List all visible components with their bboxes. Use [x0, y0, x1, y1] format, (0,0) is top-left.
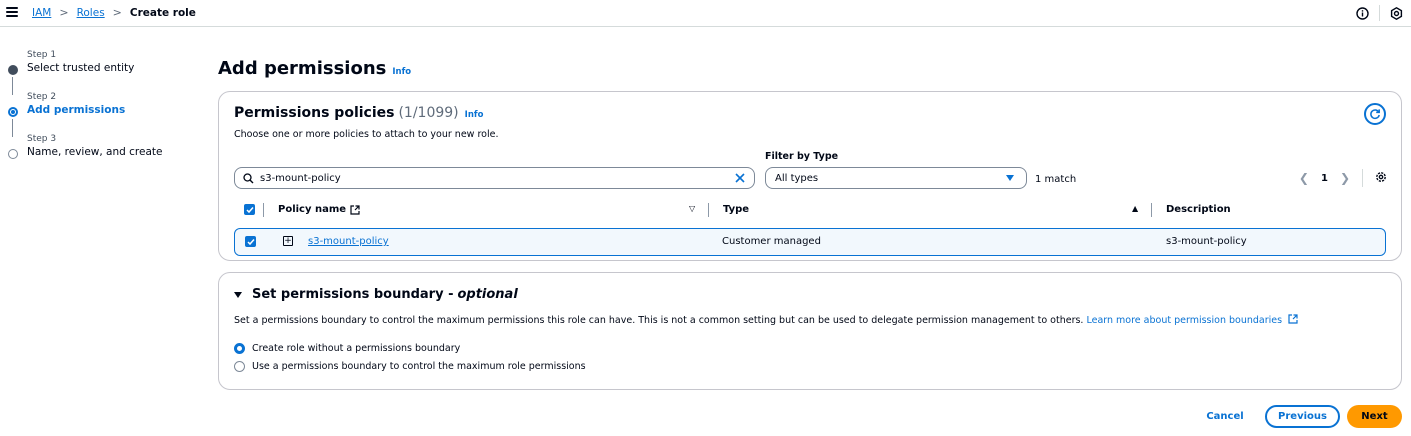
- permissions-policies-panel: Permissions policies (1/1099) Info Choos…: [218, 91, 1402, 261]
- caret-down-icon: [1006, 175, 1014, 181]
- step-number: Step 3: [27, 134, 57, 144]
- expand-row-icon[interactable]: +: [283, 236, 293, 246]
- policy-search-input[interactable]: [260, 172, 730, 184]
- policies-description: Choose one or more policies to attach to…: [234, 129, 499, 140]
- step-title[interactable]: Select trusted entity: [27, 61, 198, 75]
- policy-name-link[interactable]: s3-mount-policy: [308, 236, 389, 247]
- column-divider: [263, 203, 264, 217]
- previous-button[interactable]: Previous: [1265, 405, 1340, 428]
- breadcrumb: IAM > Roles > Create role: [32, 6, 196, 19]
- breadcrumb-roles-link[interactable]: Roles: [77, 7, 105, 19]
- policies-title: Permissions policies: [234, 105, 395, 121]
- external-link-icon: [350, 204, 360, 215]
- search-icon: [243, 172, 254, 183]
- previous-page-icon[interactable]: ❮: [1299, 171, 1309, 185]
- radio-use-boundary[interactable]: Use a permissions boundary to control th…: [234, 361, 586, 372]
- radio-label: Create role without a permissions bounda…: [252, 343, 461, 354]
- breadcrumb-current: Create role: [129, 6, 196, 19]
- pagination: ❮ 1 ❯: [1299, 169, 1387, 187]
- step-active-indicator: [8, 107, 18, 117]
- external-link-icon: [1288, 314, 1298, 324]
- radio-no-boundary[interactable]: Create role without a permissions bounda…: [234, 343, 460, 354]
- checkbox-checked-icon: [244, 204, 255, 215]
- column-divider: [708, 203, 709, 217]
- table-row[interactable]: + s3-mount-policy Customer managed s3-mo…: [234, 228, 1386, 256]
- step-2: Step 2 Add permissions: [8, 92, 198, 137]
- radio-selected-icon: [234, 343, 245, 354]
- step-title: Name, review, and create: [27, 146, 163, 158]
- refresh-icon: [1370, 109, 1380, 120]
- boundary-description: Set a permissions boundary to control th…: [234, 314, 1298, 326]
- step-pending-indicator: [8, 149, 18, 159]
- policies-table-header: Policy name ▽ Type ▲ Description: [234, 201, 1386, 221]
- checkbox-checked-icon: [245, 236, 256, 247]
- policies-info-link[interactable]: Info: [465, 110, 484, 120]
- page-info-link[interactable]: Info: [392, 67, 411, 77]
- clear-search-icon[interactable]: [734, 172, 746, 184]
- column-header-type[interactable]: Type: [723, 204, 749, 215]
- boundary-title: Set permissions boundary -: [252, 287, 454, 302]
- policy-name-text[interactable]: s3-mount-policy: [308, 236, 389, 247]
- menu-icon[interactable]: [6, 7, 18, 17]
- wizard-steps: Step 1 Select trusted entity Step 2 Add …: [8, 50, 198, 176]
- next-page-icon[interactable]: ❯: [1340, 171, 1350, 185]
- table-preferences-gear-icon[interactable]: [1375, 171, 1387, 186]
- caret-down-icon: [234, 291, 242, 298]
- breadcrumb-iam-link[interactable]: IAM: [32, 7, 51, 19]
- step-1: Step 1 Select trusted entity: [8, 50, 198, 95]
- next-button[interactable]: Next: [1347, 405, 1402, 428]
- refresh-button[interactable]: [1364, 103, 1386, 125]
- row-checkbox[interactable]: [245, 236, 256, 247]
- boundary-optional: optional: [457, 287, 518, 302]
- breadcrumb-separator: >: [59, 6, 69, 19]
- column-header-description[interactable]: Description: [1166, 204, 1231, 215]
- policies-count: (1/1099): [398, 105, 459, 121]
- boundary-description-text: Set a permissions boundary to control th…: [234, 315, 1087, 326]
- column-header-policy-name-label: Policy name: [278, 204, 347, 215]
- learn-more-boundaries-link[interactable]: Learn more about permission boundaries: [1086, 315, 1282, 326]
- select-all-checkbox[interactable]: [244, 204, 255, 215]
- breadcrumb-separator: >: [112, 6, 122, 19]
- policy-type: Customer managed: [722, 236, 821, 247]
- step-number: Step 2: [27, 92, 57, 102]
- filter-type-value: All types: [775, 172, 819, 184]
- filter-type-select[interactable]: All types: [765, 167, 1027, 189]
- policy-search-box: [234, 167, 755, 189]
- step-3: Step 3 Name, review, and create: [8, 134, 198, 176]
- step-title: Add permissions: [27, 104, 126, 116]
- step-done-indicator: [8, 65, 18, 75]
- info-circle-icon[interactable]: [1356, 6, 1369, 20]
- column-header-policy-name[interactable]: Policy name: [278, 204, 360, 215]
- top-navigation-bar: IAM > Roles > Create role: [0, 0, 1411, 27]
- radio-unselected-icon: [234, 361, 245, 372]
- current-page-number[interactable]: 1: [1321, 173, 1328, 184]
- filter-by-type-label: Filter by Type: [765, 151, 839, 162]
- toolbar-divider: [1379, 5, 1380, 21]
- pager-divider: [1362, 169, 1363, 187]
- permissions-boundary-panel: Set permissions boundary - optional Set …: [218, 272, 1402, 390]
- boundary-expander[interactable]: Set permissions boundary - optional: [234, 287, 518, 302]
- policies-header: Permissions policies (1/1099) Info: [234, 105, 483, 121]
- cancel-button[interactable]: Cancel: [1200, 405, 1250, 427]
- column-divider: [1151, 203, 1152, 217]
- sort-descending-icon[interactable]: ▽: [689, 204, 695, 213]
- match-count: 1 match: [1035, 174, 1077, 185]
- step-number: Step 1: [27, 50, 57, 60]
- radio-label: Use a permissions boundary to control th…: [252, 361, 586, 372]
- page-title-text: Add permissions: [218, 58, 387, 79]
- sort-ascending-icon[interactable]: ▲: [1132, 204, 1138, 213]
- policy-description: s3-mount-policy: [1166, 236, 1247, 247]
- page-title: Add permissions Info: [218, 58, 411, 79]
- settings-gear-icon[interactable]: [1390, 6, 1403, 20]
